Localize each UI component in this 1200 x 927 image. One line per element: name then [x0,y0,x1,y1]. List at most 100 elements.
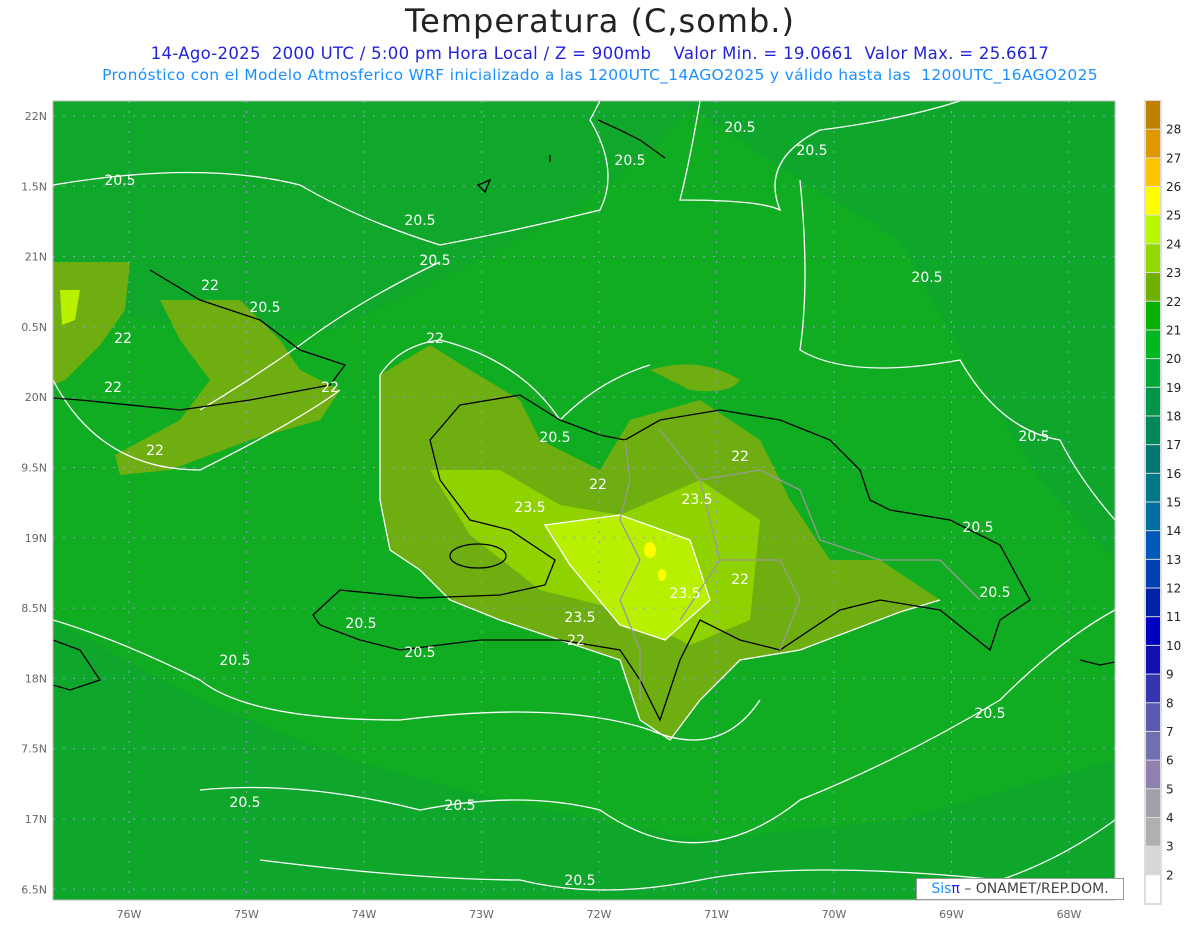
colorbar-swatch [1146,846,1160,875]
colorbar-swatch [1146,387,1160,416]
contour-label: 22 [567,633,585,649]
colorbar-label: 21 [1166,323,1181,337]
map-subtitle-model: Pronóstico con el Modelo Atmosferico WRF… [102,66,1098,84]
map-area: 20.5 20.5 20.5 20.5 20.5 20.5 20.5 22 22 22 22 22 20… [53,101,1115,900]
colorbar-swatch [1146,789,1160,817]
contour-label: 20.5 [444,798,475,814]
colorbar-swatch [1146,129,1160,158]
colorbar-label: 22 [1166,295,1181,309]
colorbar-swatch [1146,559,1160,588]
contour-label: 20.5 [724,120,755,136]
colorbar-label: 28 [1166,123,1181,137]
longitude-label: 74W [352,908,377,921]
map-subtitle-time: 14-Ago-2025 2000 UTC / 5:00 pm Hora Loca… [150,44,1050,63]
colorbar-label: 14 [1166,524,1181,538]
contour-label: 20.5 [911,270,942,286]
contour-label: 20.5 [104,173,135,189]
colorbar-label: 8 [1166,696,1174,710]
latitude-label: 9.5N [21,462,47,475]
colorbar-swatch [1146,645,1160,674]
credit-brand: Sis [931,881,952,897]
contour-label: 22 [731,572,749,588]
colorbar-label: 10 [1166,639,1181,653]
colorbar-label: 4 [1166,811,1174,825]
contour-label: 22 [114,331,132,347]
latitude-label: 22N [25,110,47,123]
colorbar-swatch [1146,760,1160,789]
colorbar: 2827262524232221201918171615141312111098… [1144,100,1181,905]
longitude-label: 75W [234,908,259,921]
colorbar-label: 24 [1166,237,1181,251]
latitude-label: 1.5N [21,180,47,193]
colorbar-swatch [1146,215,1160,244]
colorbar-label: 17 [1166,438,1181,452]
contour-label: 20.5 [419,253,450,269]
contour-label: 22 [589,477,607,493]
colorbar-label: 15 [1166,496,1181,510]
contour-label: 22 [731,449,749,465]
colorbar-swatch [1146,473,1160,502]
colorbar-swatch [1146,588,1160,617]
contour-label: 20.5 [404,213,435,229]
temp-zone-25 [658,569,666,581]
colorbar-swatch [1146,817,1160,846]
latitude-label: 6.5N [21,883,47,896]
contour-label: 23.5 [669,586,700,602]
colorbar-label: 2 [1166,868,1174,882]
contour-label: 20.5 [796,143,827,159]
longitude-label: 69W [939,908,964,921]
colorbar-label: 6 [1166,754,1174,768]
colorbar-label: 16 [1166,467,1181,481]
colorbar-swatch [1146,502,1160,531]
longitude-label: 70W [822,908,847,921]
contour-label: 23.5 [681,492,712,508]
longitude-label: 72W [587,908,612,921]
colorbar-swatch [1146,875,1160,903]
contour-label: 20.5 [229,795,260,811]
contour-label: 22 [201,278,219,294]
colorbar-swatch [1146,674,1160,703]
colorbar-swatch [1146,301,1160,330]
contour-label: 23.5 [514,500,545,516]
longitude-label: 76W [117,908,142,921]
longitude-label: 68W [1057,908,1082,921]
colorbar-swatch [1146,273,1160,301]
longitude-label: 73W [469,908,494,921]
colorbar-swatch [1146,158,1160,187]
colorbar-label: 18 [1166,409,1181,423]
latitude-label: 7.5N [21,743,47,756]
latitude-label: 17N [25,813,47,826]
colorbar-swatch [1146,531,1160,559]
latitude-label: 8.5N [21,602,47,615]
colorbar-swatch [1146,330,1160,359]
credit-text: – ONAMET/REP.DOM. [964,881,1109,897]
colorbar-label: 9 [1166,668,1174,682]
colorbar-label: 19 [1166,381,1181,395]
contour-label: 20.5 [962,520,993,536]
contour-label: 20.5 [345,616,376,632]
colorbar-label: 20 [1166,352,1181,366]
contour-label: 20.5 [979,585,1010,601]
colorbar-swatch [1146,101,1160,129]
contour-label: 20.5 [564,873,595,889]
colorbar-label: 27 [1166,151,1181,165]
contour-label: 20.5 [249,300,280,316]
colorbar-label: 7 [1166,725,1174,739]
colorbar-label: 5 [1166,782,1174,796]
contour-label: 20.5 [219,653,250,669]
contour-label: 20.5 [614,153,645,169]
colorbar-swatch [1146,187,1160,215]
colorbar-label: 12 [1166,582,1181,596]
temperature-map: 20.5 20.5 20.5 20.5 20.5 20.5 20.5 22 22 22 22 22 20… [21,100,1181,921]
contour-label: 22 [321,380,339,396]
colorbar-label: 23 [1166,266,1181,280]
contour-label: 20.5 [974,706,1005,722]
contour-label: 20.5 [404,645,435,661]
contour-label: 23.5 [564,610,595,626]
colorbar-swatch [1146,731,1160,760]
colorbar-swatch [1146,416,1160,445]
latitude-label: 19N [25,532,47,545]
contour-label: 22 [104,380,122,396]
latitude-label: 18N [25,672,47,685]
contour-label: 20.5 [539,430,570,446]
